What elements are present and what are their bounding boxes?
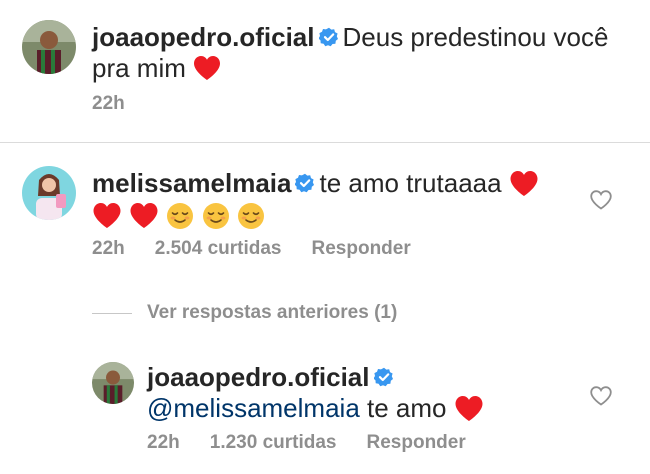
reply-meta: 22h 1.230 curtidas Responder	[147, 432, 466, 454]
view-previous-replies[interactable]: Ver respostas anteriores (1)	[92, 302, 397, 324]
avatar[interactable]	[92, 362, 134, 404]
view-previous-replies-label[interactable]: Ver respostas anteriores (1)	[147, 302, 397, 324]
reply-username[interactable]: joaaopedro.oficial	[147, 362, 370, 392]
heart-outline-icon[interactable]	[590, 386, 612, 406]
red-heart-icon	[130, 203, 158, 229]
reply-button[interactable]: Responder	[312, 238, 411, 260]
relieved-face-icon	[202, 202, 229, 229]
comment-timestamp: 22h	[92, 238, 125, 259]
caption-username[interactable]: joaaopedro.oficial	[92, 22, 315, 52]
divider	[92, 312, 132, 314]
mention-link[interactable]: @melissamelmaia	[147, 393, 360, 423]
reply-text: joaaopedro.oficial @melissamelmaia te am…	[147, 362, 567, 426]
red-heart-icon	[194, 56, 221, 81]
comment-meta: 22h 2.504 curtidas Responder	[92, 238, 411, 260]
comment-message: te amo trutaaaa	[319, 168, 502, 198]
avatar[interactable]	[22, 166, 76, 220]
reply-button[interactable]: Responder	[367, 432, 466, 454]
relieved-face-icon	[237, 202, 264, 229]
comment-text: melissamelmaia te amo trutaaaa	[92, 168, 552, 234]
red-heart-icon	[510, 170, 538, 196]
verified-badge-icon	[318, 27, 338, 47]
verified-badge-icon	[295, 173, 315, 193]
red-heart-icon	[455, 395, 483, 421]
reply-likes-count[interactable]: 1.230 curtidas	[210, 432, 337, 454]
verified-badge-icon	[373, 367, 393, 387]
red-heart-icon	[93, 203, 121, 229]
avatar[interactable]	[22, 20, 76, 74]
reply-timestamp: 22h	[147, 432, 180, 453]
reply-message: te amo	[367, 393, 447, 423]
caption-text: joaaopedro.oficial Deus predestinou você…	[92, 22, 622, 85]
divider	[0, 142, 650, 143]
comment-username[interactable]: melissamelmaia	[92, 168, 291, 198]
heart-outline-icon[interactable]	[590, 190, 612, 210]
caption-timestamp: 22h	[92, 93, 125, 114]
comment-likes-count[interactable]: 2.504 curtidas	[155, 238, 282, 260]
relieved-face-icon	[167, 202, 194, 229]
